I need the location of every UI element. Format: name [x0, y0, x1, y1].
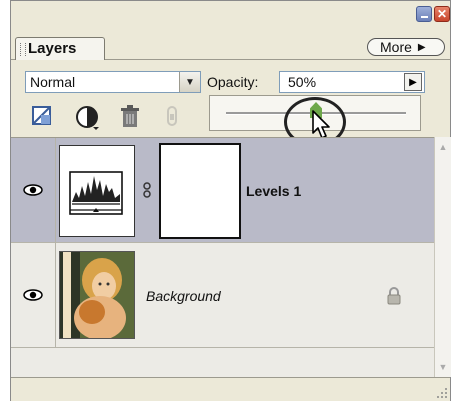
- layer-name-levels[interactable]: Levels 1: [246, 183, 301, 199]
- levels-histogram-icon: [69, 171, 123, 215]
- lock-position-icon[interactable]: [165, 105, 179, 134]
- tab-bar: Layers More ▶: [11, 35, 450, 60]
- close-button[interactable]: ✕: [434, 6, 450, 22]
- more-button[interactable]: More ▶: [367, 38, 445, 56]
- lock-image-pixels-icon[interactable]: [75, 105, 101, 136]
- panel-footer: [11, 377, 450, 401]
- minimize-icon: [420, 15, 428, 18]
- link-chain-icon[interactable]: [142, 182, 152, 203]
- eye-icon: [23, 184, 43, 196]
- layer-row-levels[interactable]: Levels 1: [11, 138, 434, 243]
- tab-layers[interactable]: Layers: [15, 37, 105, 60]
- triangle-right-icon: ▶: [417, 41, 426, 53]
- opacity-value: 50%: [288, 74, 317, 90]
- scroll-up-icon[interactable]: ▲: [435, 139, 451, 155]
- trash-lock-icon[interactable]: [119, 105, 141, 134]
- eye-icon: [23, 289, 43, 301]
- eye-cell[interactable]: [11, 243, 56, 347]
- close-icon: ✕: [436, 7, 448, 21]
- blend-mode-select[interactable]: Normal ▼: [25, 71, 201, 93]
- scroll-down-icon[interactable]: ▼: [435, 359, 451, 375]
- layer-row-background[interactable]: Background: [11, 243, 434, 348]
- eye-cell[interactable]: [11, 138, 56, 242]
- tab-layers-label: Layers: [28, 40, 77, 57]
- opacity-label: Opacity:: [207, 74, 259, 90]
- opacity-input[interactable]: 50% ▶: [279, 71, 425, 93]
- layer-name-background[interactable]: Background: [146, 288, 221, 304]
- layers-panel: ✕ Layers More ▶ Normal ▼ Opacity: 50% ▶: [10, 0, 451, 401]
- background-image-thumbnail[interactable]: [59, 251, 135, 340]
- chevron-down-icon[interactable]: ▼: [179, 72, 200, 92]
- layer-mask-thumbnail[interactable]: [159, 143, 241, 239]
- minimize-button[interactable]: [416, 6, 432, 22]
- lock-icon: [387, 287, 401, 310]
- opacity-slider-toggle[interactable]: ▶: [404, 73, 422, 91]
- layers-scrollbar[interactable]: ▲ ▼: [434, 137, 451, 377]
- layers-list: Levels 1 Background: [11, 137, 434, 378]
- blend-mode-value: Normal: [30, 74, 76, 90]
- levels-adjustment-thumbnail[interactable]: [59, 145, 135, 237]
- more-label: More: [380, 39, 412, 55]
- resize-grip-icon[interactable]: [436, 387, 448, 399]
- lock-transparent-pixels-icon[interactable]: [31, 105, 53, 132]
- tab-grip-icon: [20, 43, 26, 56]
